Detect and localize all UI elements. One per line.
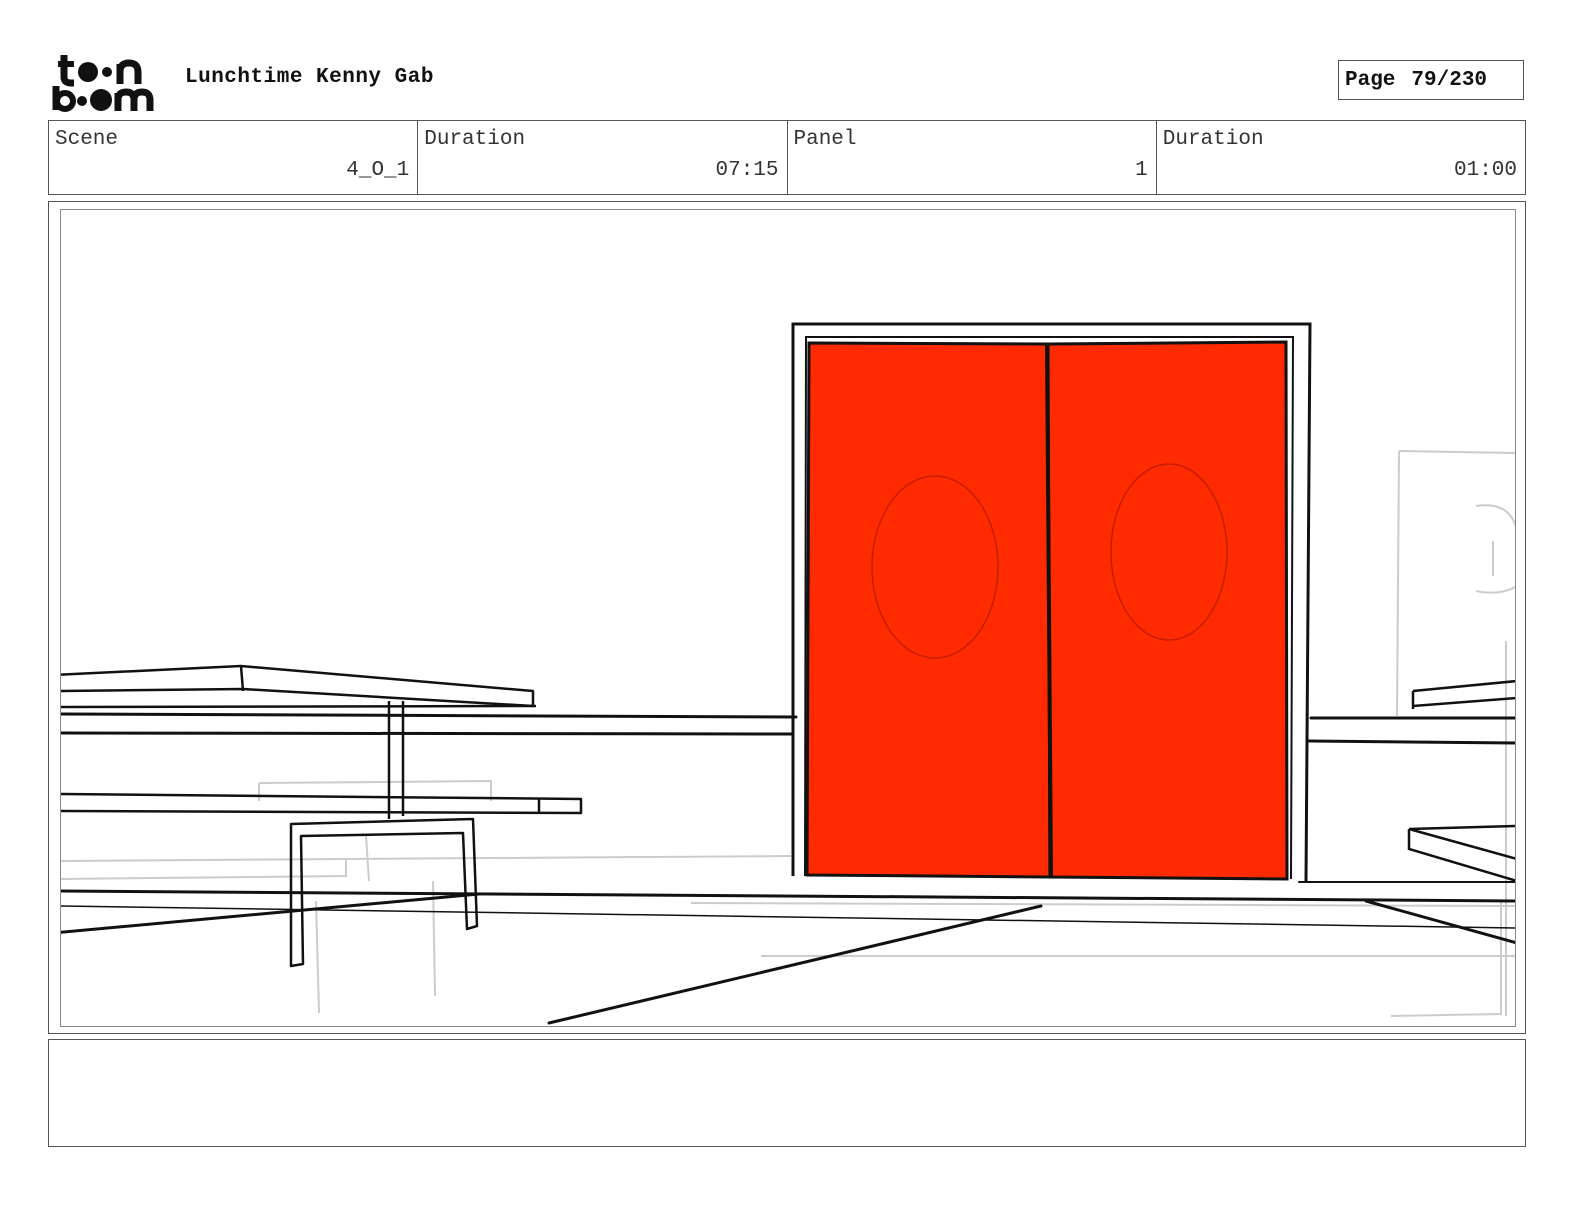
logo-dot xyxy=(102,67,112,77)
panel-info-table: Scene 4_O_1 Duration 07:15 Panel 1 Durat… xyxy=(48,120,1526,195)
page-number: 79/230 xyxy=(1411,68,1488,92)
page-indicator: Page 79/230 xyxy=(1338,60,1524,100)
double-door xyxy=(791,322,1312,882)
door-left-leaf xyxy=(805,341,1052,879)
logo-dot xyxy=(78,62,98,82)
project-title: Lunchtime Kenny Gab xyxy=(185,66,434,89)
right-table-sketch xyxy=(1407,679,1515,882)
panel-notes-box xyxy=(48,1039,1526,1147)
logo-letter-m xyxy=(114,88,154,111)
table-sketch xyxy=(61,664,583,968)
panel-label: Panel xyxy=(793,128,857,151)
panel-cell: Panel 1 xyxy=(788,121,1157,194)
wall-lines xyxy=(61,712,1515,1025)
panel-duration-label: Duration xyxy=(1162,128,1264,151)
logo-letter-n xyxy=(116,59,142,84)
panel-duration-value: 01:00 xyxy=(1453,159,1517,182)
storyboard-sketch xyxy=(61,322,1515,1025)
toon-boom-logo xyxy=(52,55,154,112)
scene-label: Scene xyxy=(55,128,119,151)
scene-value: 4_O_1 xyxy=(346,159,410,182)
scene-duration-cell: Duration 07:15 xyxy=(418,121,788,194)
scene-duration-label: Duration xyxy=(424,128,526,151)
panel-duration-cell: Duration 01:00 xyxy=(1157,121,1525,194)
logo-dot xyxy=(90,89,112,111)
panel-value: 1 xyxy=(1135,159,1148,182)
logo-dot xyxy=(77,96,87,106)
scene-duration-value: 07:15 xyxy=(715,159,779,182)
page-label: Page xyxy=(1345,68,1396,92)
scene-cell: Scene 4_O_1 xyxy=(49,121,419,194)
door-right-leaf xyxy=(1046,340,1289,881)
logo-letter-t xyxy=(60,55,74,87)
panel-drawing xyxy=(60,209,1516,1027)
